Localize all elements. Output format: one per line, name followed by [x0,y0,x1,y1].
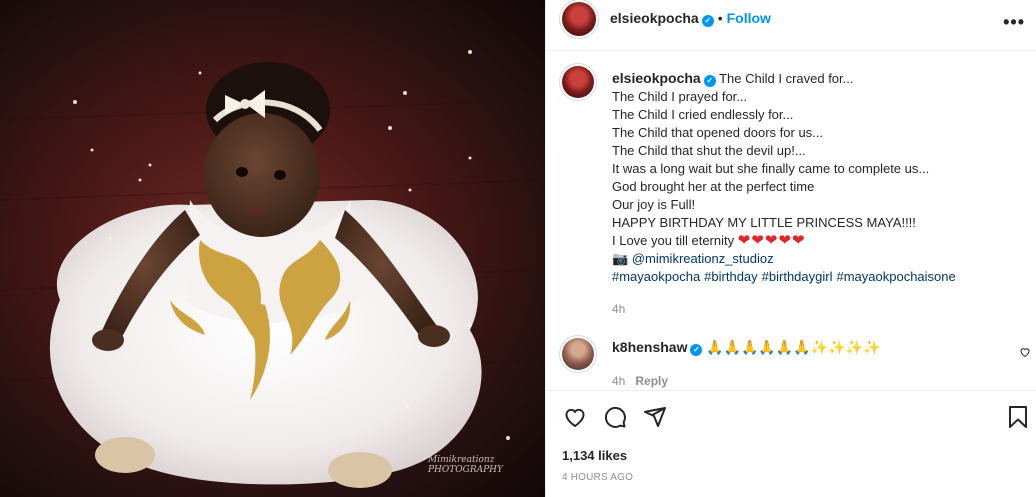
likes-count[interactable]: 1,134 likes [562,448,627,463]
caption-line: God brought her at the perfect time [612,179,815,194]
hashtag-link[interactable]: #mayaokpocha [612,269,700,284]
reply-button[interactable]: Reply [635,374,668,388]
caption-line: The Child I craved for... [719,71,854,86]
caption-timestamp: 4h [612,302,626,316]
author-avatar[interactable] [562,2,596,36]
caption-line: The Child that opened doors for us... [612,125,824,140]
verified-badge-icon: ✓ [703,75,716,87]
caption-line: I Love you till eternity [612,233,735,248]
hashtag-link[interactable]: #birthdaygirl [762,269,833,284]
caption-line: The Child that shut the devil up!... [612,143,806,158]
separator-dot: • [717,10,723,26]
post-photo[interactable]: Mimikreationz PHOTOGRAPHY [0,0,545,497]
author-username[interactable]: elsieokpocha [610,10,699,26]
caption-line: The Child I cried endlessly for... [612,107,794,122]
baby-photo-illustration [0,50,545,488]
more-options-icon[interactable]: ••• [1003,12,1025,33]
caption-line: It was a long wait but she finally came … [612,161,930,176]
commenter-username[interactable]: k8henshaw [612,339,687,355]
post-side-panel: elsieokpocha ✓ • Follow ••• elsieokpocha ✓ T… [545,0,1036,497]
post-header: elsieokpocha ✓ • Follow ••• [546,0,1036,51]
camera-icon: 📷 [612,251,629,266]
comment-timestamp: 4h [612,374,626,388]
caption-author-avatar[interactable] [562,66,594,98]
comment-text: 🙏🙏🙏🙏🙏🙏✨✨✨✨ [706,339,881,355]
hashtag-link[interactable]: #mayaokpochaisone [836,269,955,284]
comment-icon[interactable] [603,405,627,429]
caption-line: Our joy is Full! [612,197,696,212]
follow-button[interactable]: Follow [727,10,771,26]
verified-badge-icon: ✓ [690,344,703,356]
caption-line: The Child I prayed for... [612,89,748,104]
post-time-ago[interactable]: 4 HOURS AGO [562,472,633,483]
caption: elsieokpocha ✓ The Child I craved for... … [612,69,1012,318]
commenter-avatar[interactable] [562,338,594,370]
bookmark-icon[interactable] [1007,405,1029,429]
credit-mention-link[interactable]: @mimikreationz_studioz [632,251,774,266]
heart-icon[interactable] [563,405,587,429]
caption-username[interactable]: elsieokpocha [612,70,701,86]
photo-watermark: Mimikreationz PHOTOGRAPHY [428,455,503,475]
heart-emojis: ❤❤❤❤❤ [737,232,806,249]
comment-row: k8henshaw ✓ 🙏🙏🙏🙏🙏🙏✨✨✨✨ 4h Reply [546,332,1036,392]
comment-like-heart-icon[interactable] [1019,346,1031,358]
caption-line: HAPPY BIRTHDAY MY LITTLE PRINCESS MAYA!!… [612,215,916,230]
hashtag-link[interactable]: #birthday [704,269,757,284]
verified-badge-icon: ✓ [701,15,714,27]
share-icon[interactable] [643,405,667,429]
post-actions: 1,134 likes 4 HOURS AGO [546,390,1036,497]
